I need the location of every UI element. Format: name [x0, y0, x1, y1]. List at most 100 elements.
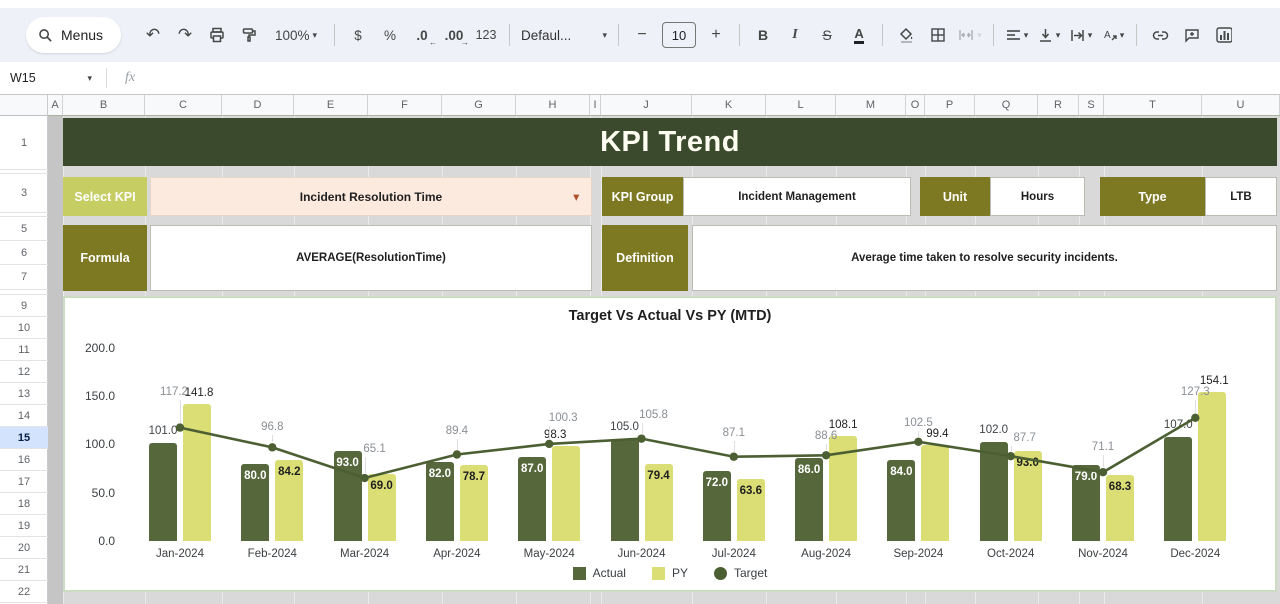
column-header-p[interactable]: P — [925, 95, 975, 115]
grid-corner[interactable] — [0, 95, 48, 116]
column-header-g[interactable]: G — [442, 95, 516, 115]
row-header-9[interactable]: 9 — [0, 295, 48, 317]
row-header-1[interactable]: 1 — [0, 116, 48, 170]
text-color-button[interactable]: A — [846, 21, 872, 49]
name-box-caret-icon: ▾ — [87, 73, 92, 84]
paint-format-button[interactable] — [236, 21, 262, 49]
strikethrough-button[interactable]: S — [814, 21, 840, 49]
print-button[interactable] — [204, 21, 230, 49]
comment-icon — [1184, 27, 1200, 43]
redo-button[interactable]: ↷ — [172, 21, 198, 49]
y-axis-tick: 200.0 — [75, 341, 115, 355]
horizontal-align-button[interactable]: ▾ — [1004, 21, 1030, 49]
target-label: 71.1 — [1092, 441, 1114, 453]
column-header-m[interactable]: M — [836, 95, 906, 115]
text-rotation-icon: A — [1102, 28, 1117, 43]
legend-swatch — [573, 567, 586, 580]
separator — [1136, 24, 1137, 46]
italic-button[interactable]: I — [782, 21, 808, 49]
fill-color-button[interactable] — [893, 21, 919, 49]
target-leader-line — [642, 423, 643, 434]
formula-value[interactable]: AVERAGE(ResolutionTime) — [150, 225, 592, 291]
row-header-7[interactable]: 7 — [0, 265, 48, 290]
row-header-10[interactable]: 10 — [0, 317, 48, 339]
merge-cells-button[interactable]: ▾ — [957, 21, 983, 49]
borders-button[interactable] — [925, 21, 951, 49]
kpi-trend-chart[interactable]: Target Vs Actual Vs PY (MTD) 200.0150.01… — [63, 296, 1277, 592]
text-wrap-icon — [1070, 28, 1085, 43]
column-header-o[interactable]: O — [906, 95, 925, 115]
x-axis-label: Jan-2024 — [156, 548, 204, 560]
row-header-17[interactable]: 17 — [0, 471, 48, 493]
legend-swatch — [714, 567, 727, 580]
definition-value[interactable]: Average time taken to resolve security i… — [692, 225, 1277, 291]
formula-bar: W15 ▾ fx — [0, 62, 1280, 95]
target-leader-line — [457, 439, 458, 450]
unit-value[interactable]: Hours — [990, 177, 1085, 216]
insert-comment-button[interactable] — [1179, 21, 1205, 49]
row-header-20[interactable]: 20 — [0, 537, 48, 559]
column-header-i[interactable]: I — [590, 95, 601, 115]
increase-decimals-button[interactable]: .00→ — [441, 21, 467, 49]
decrease-decimals-button[interactable]: .0← — [409, 21, 435, 49]
row-header-16[interactable]: 16 — [0, 449, 48, 471]
vertical-align-button[interactable]: ▾ — [1036, 21, 1062, 49]
column-header-c[interactable]: C — [145, 95, 222, 115]
row-header-22[interactable]: 22 — [0, 581, 48, 603]
more-formats-button[interactable]: 123 — [473, 21, 499, 49]
row-header-11[interactable]: 11 — [0, 339, 48, 361]
undo-button[interactable]: ↶ — [140, 21, 166, 49]
column-header-e[interactable]: E — [294, 95, 368, 115]
format-currency-button[interactable]: $ — [345, 21, 371, 49]
text-rotation-button[interactable]: A ▾ — [1100, 21, 1126, 49]
column-header-r[interactable]: R — [1038, 95, 1079, 115]
legend-label: PY — [672, 566, 688, 580]
column-header-t[interactable]: T — [1104, 95, 1202, 115]
column-header-l[interactable]: L — [766, 95, 836, 115]
legend-label: Actual — [593, 566, 626, 580]
row-header-12[interactable]: 12 — [0, 361, 48, 383]
kpi-group-value[interactable]: Incident Management — [683, 177, 911, 216]
column-header-q[interactable]: Q — [975, 95, 1038, 115]
insert-link-button[interactable] — [1147, 21, 1173, 49]
column-header-k[interactable]: K — [692, 95, 766, 115]
column-header-h[interactable]: H — [516, 95, 590, 115]
chart-icon — [1216, 27, 1232, 43]
font-size-input[interactable]: 10 — [662, 22, 696, 48]
format-percent-button[interactable]: % — [377, 21, 403, 49]
row-header-3[interactable]: 3 — [0, 174, 48, 213]
column-header-j[interactable]: J — [601, 95, 692, 115]
row-header-19[interactable]: 19 — [0, 515, 48, 537]
column-header-b[interactable]: B — [63, 95, 145, 115]
column-header-u[interactable]: U — [1202, 95, 1280, 115]
column-header-a[interactable]: A — [48, 95, 63, 115]
separator — [618, 24, 619, 46]
row-header-18[interactable]: 18 — [0, 493, 48, 515]
target-label: 87.7 — [1013, 432, 1035, 444]
row-header-13[interactable]: 13 — [0, 383, 48, 405]
row-header-6[interactable]: 6 — [0, 241, 48, 265]
kpi-dropdown[interactable]: Incident Resolution Time ▾ — [150, 177, 592, 216]
increase-font-size-button[interactable]: + — [703, 21, 729, 49]
formula-input[interactable] — [135, 62, 1280, 94]
column-header-d[interactable]: D — [222, 95, 294, 115]
target-label: 127.3 — [1181, 386, 1210, 398]
column-header-s[interactable]: S — [1079, 95, 1104, 115]
insert-chart-button[interactable] — [1211, 21, 1237, 49]
bold-button[interactable]: B — [750, 21, 776, 49]
search-icon — [38, 28, 53, 43]
legend-item-target: Target — [714, 566, 767, 580]
row-header-5[interactable]: 5 — [0, 217, 48, 241]
decrease-font-size-button[interactable]: − — [629, 21, 655, 49]
zoom-select[interactable]: 100%▾ — [268, 21, 324, 49]
font-select[interactable]: Defaul...▾ — [521, 28, 607, 43]
column-header-f[interactable]: F — [368, 95, 442, 115]
row-header-21[interactable]: 21 — [0, 559, 48, 581]
menus-button[interactable]: Menus — [26, 17, 121, 53]
row-header-15[interactable]: 15 — [0, 427, 48, 449]
text-wrap-button[interactable]: ▾ — [1068, 21, 1094, 49]
type-value[interactable]: LTB — [1205, 177, 1277, 216]
py-label: 141.8 — [185, 387, 214, 399]
name-box[interactable]: W15 ▾ — [0, 71, 100, 85]
row-header-14[interactable]: 14 — [0, 405, 48, 427]
